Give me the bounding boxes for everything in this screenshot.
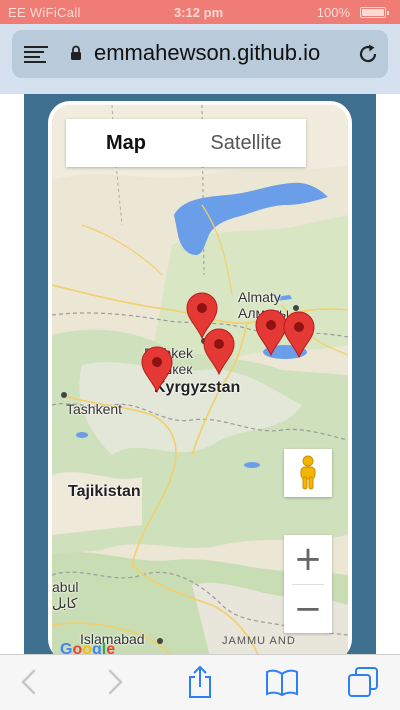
reload-icon[interactable] (356, 42, 380, 66)
tabs-button[interactable] (346, 665, 380, 699)
share-button[interactable] (183, 665, 217, 699)
address-bar[interactable]: emmahewson.github.io (12, 30, 388, 78)
lock-icon (71, 45, 81, 60)
zoom-in-button[interactable]: + (284, 535, 332, 583)
carrier-label: EE WiFiCall (8, 5, 81, 20)
map-type-map-button[interactable]: Map (66, 119, 186, 167)
map-marker[interactable] (140, 345, 174, 393)
share-icon (189, 665, 211, 698)
map-marker[interactable] (202, 327, 236, 375)
back-icon (21, 669, 36, 695)
browser-toolbar (0, 654, 400, 710)
map-type-control: Map Satellite (66, 119, 306, 167)
zoom-out-button[interactable]: − (284, 585, 332, 633)
battery-icon (360, 7, 389, 18)
label-almaty: Almaty (238, 289, 281, 305)
label-tashkent: Tashkent (66, 401, 123, 417)
forward-button[interactable] (98, 665, 132, 699)
label-jammu: JAMMU AND (222, 635, 296, 647)
tabs-icon (348, 667, 378, 697)
reader-view-icon[interactable] (24, 46, 48, 63)
battery-percent: 100% (316, 5, 350, 20)
bookmarks-button[interactable] (265, 665, 299, 699)
back-button[interactable] (12, 665, 46, 699)
bookmarks-icon (266, 669, 298, 696)
label-kabul-local: کابل (52, 595, 78, 611)
street-view-button[interactable] (284, 449, 332, 497)
map-canvas[interactable]: Almaty Алматы Bishkek Бишкек Kyrgyzstan … (52, 105, 348, 665)
web-page: Almaty Алматы Bishkek Бишкек Kyrgyzstan … (0, 94, 400, 665)
browser-address-area: emmahewson.github.io (0, 24, 400, 94)
map-type-satellite-button[interactable]: Satellite (186, 119, 306, 167)
label-tajikistan: Tajikistan (68, 483, 141, 500)
map-frame: Almaty Алматы Bishkek Бишкек Kyrgyzstan … (48, 101, 352, 665)
zoom-control: + − (284, 535, 332, 633)
url-text[interactable]: emmahewson.github.io (94, 40, 350, 66)
pegman-icon (300, 455, 316, 490)
map-marker[interactable] (282, 310, 316, 358)
label-kabul: abul (52, 579, 79, 595)
forward-icon (108, 669, 123, 695)
clock: 3:12 pm (174, 5, 224, 20)
status-bar: EE WiFiCall 3:12 pm 100% (0, 0, 400, 24)
